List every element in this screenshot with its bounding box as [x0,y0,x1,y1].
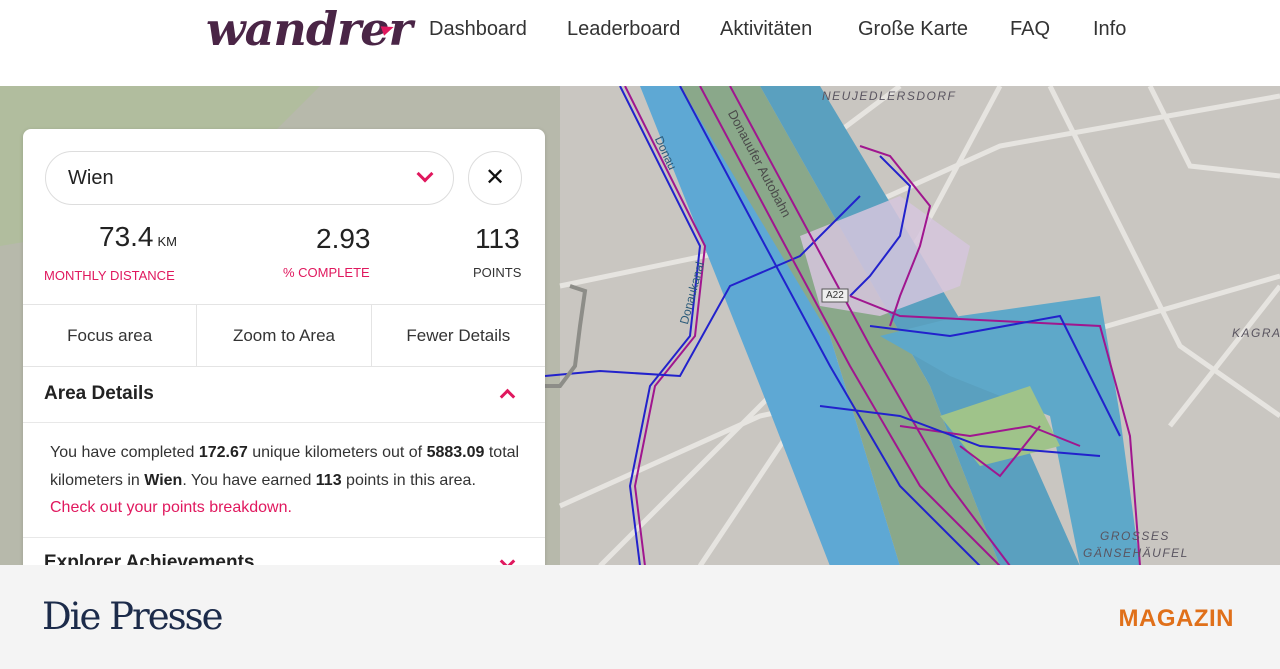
area-panel: Wien ✕ 73.4 KM MONTHLY DISTANCE 2.93 % CO… [23,129,545,569]
monthly-distance-label: MONTHLY DISTANCE [44,268,175,283]
site-header: wandrer Dashboard Leaderboard Aktivitäte… [0,0,1280,86]
area-action-buttons: Focus area Zoom to Area Fewer Details [23,304,545,367]
details-text-5: points in this area. [341,471,476,489]
points-breakdown-link[interactable]: Check out your points breakdown. [50,499,292,516]
zoom-to-area-button[interactable]: Zoom to Area [197,305,372,366]
earned-points: 113 [315,471,342,489]
points-label: POINTS [473,265,522,280]
distance-unit: KM [157,234,178,249]
fewer-details-button[interactable]: Fewer Details [372,305,545,366]
percent-complete-value: 2.93 [316,223,371,254]
label-kagran: KAGRAN [1232,326,1280,340]
details-text-4: . You have earned [182,471,316,489]
details-text-1: You have completed [50,444,199,461]
area-details-title: Area Details [44,383,154,404]
nav-info[interactable]: Info [1093,18,1126,41]
magazin-label: MAGAZIN [1118,605,1234,632]
percent-complete-label: % COMPLETE [283,265,370,280]
close-button[interactable]: ✕ [468,151,522,205]
total-km: 5883.09 [426,444,485,461]
completed-km: 172.67 [198,444,248,461]
details-text-2: unique kilometers out of [247,444,427,461]
label-a22: A22 [826,290,844,301]
area-select-value: Wien [68,167,114,189]
nav-dashboard[interactable]: Dashboard [429,18,527,41]
nav-aktivitaeten[interactable]: Aktivitäten [720,18,812,41]
nav-leaderboard[interactable]: Leaderboard [567,18,680,41]
die-presse-logo: Die Presse [42,595,224,638]
area-details-text: You have completed 172.67 unique kilomet… [50,439,520,522]
nav-faq[interactable]: FAQ [1010,18,1050,41]
chevron-down-icon [416,165,434,183]
distance-number: 73.4 [99,221,154,252]
points-value: 113 [475,223,520,254]
label-grosses: GROSSES [1100,529,1170,543]
area-details-header[interactable]: Area Details [23,367,545,423]
area-name: Wien [144,471,183,489]
nav-grosse-karte[interactable]: Große Karte [858,18,968,41]
area-select[interactable]: Wien [45,151,454,205]
footer-banner: Die Presse MAGAZIN [0,565,1280,669]
monthly-distance-value: 73.4 KM [99,221,177,253]
label-neujedlersdorf: NEUJEDLERSDORF [822,89,957,103]
chevron-up-icon [499,388,516,405]
focus-area-button[interactable]: Focus area [23,305,198,366]
label-gaensehaeufel: GÄNSEHÄUFEL [1083,546,1189,560]
